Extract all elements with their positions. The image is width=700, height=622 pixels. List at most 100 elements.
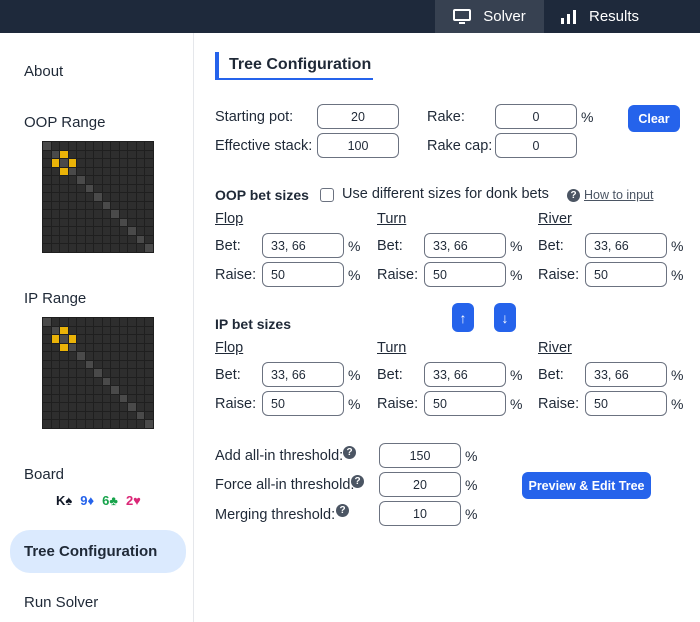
range-cell[interactable] — [102, 352, 111, 360]
range-cell[interactable] — [111, 218, 119, 227]
oop-turn-raise-input[interactable] — [424, 262, 506, 287]
range-cell[interactable] — [102, 210, 111, 218]
range-cell[interactable] — [119, 201, 128, 210]
range-cell[interactable] — [51, 210, 60, 218]
range-cell[interactable] — [85, 176, 94, 184]
range-cell[interactable] — [102, 142, 111, 150]
range-cell[interactable] — [51, 335, 60, 343]
range-cell[interactable] — [68, 386, 77, 394]
range-cell[interactable] — [111, 420, 119, 428]
range-cell[interactable] — [128, 193, 136, 201]
range-cell[interactable] — [136, 227, 145, 235]
range-cell[interactable] — [136, 210, 145, 218]
range-cell[interactable] — [85, 227, 94, 235]
range-cell[interactable] — [136, 193, 145, 201]
range-cell[interactable] — [136, 326, 145, 335]
range-cell[interactable] — [51, 411, 60, 420]
range-cell[interactable] — [128, 142, 136, 150]
range-cell[interactable] — [102, 360, 111, 369]
range-cell[interactable] — [111, 142, 119, 150]
range-cell[interactable] — [136, 318, 145, 326]
range-cell[interactable] — [43, 343, 51, 352]
range-cell[interactable] — [68, 244, 77, 252]
ip-flop-bet-input[interactable] — [262, 362, 344, 387]
range-cell[interactable] — [94, 227, 102, 235]
range-cell[interactable] — [128, 244, 136, 252]
range-cell[interactable] — [128, 210, 136, 218]
range-cell[interactable] — [136, 150, 145, 159]
range-cell[interactable] — [119, 318, 128, 326]
range-cell[interactable] — [136, 420, 145, 428]
range-cell[interactable] — [51, 176, 60, 184]
ip-river-bet-input[interactable] — [585, 362, 667, 387]
range-cell[interactable] — [119, 159, 128, 167]
range-cell[interactable] — [102, 343, 111, 352]
range-cell[interactable] — [94, 352, 102, 360]
range-cell[interactable] — [119, 335, 128, 343]
range-cell[interactable] — [43, 244, 51, 252]
range-cell[interactable] — [85, 244, 94, 252]
range-cell[interactable] — [60, 386, 68, 394]
range-cell[interactable] — [77, 403, 85, 411]
range-cell[interactable] — [68, 318, 77, 326]
range-cell[interactable] — [60, 218, 68, 227]
range-cell[interactable] — [60, 335, 68, 343]
range-cell[interactable] — [128, 403, 136, 411]
range-cell[interactable] — [128, 227, 136, 235]
range-cell[interactable] — [77, 176, 85, 184]
range-cell[interactable] — [145, 411, 153, 420]
range-cell[interactable] — [43, 142, 51, 150]
merging-threshold-input[interactable] — [379, 501, 461, 526]
range-cell[interactable] — [51, 218, 60, 227]
range-cell[interactable] — [111, 244, 119, 252]
range-cell[interactable] — [68, 167, 77, 176]
range-cell[interactable] — [60, 201, 68, 210]
range-cell[interactable] — [94, 150, 102, 159]
range-cell[interactable] — [145, 360, 153, 369]
range-cell[interactable] — [60, 150, 68, 159]
range-cell[interactable] — [145, 343, 153, 352]
range-cell[interactable] — [60, 244, 68, 252]
range-cell[interactable] — [60, 167, 68, 176]
ip-turn-bet-input[interactable] — [424, 362, 506, 387]
range-cell[interactable] — [136, 142, 145, 150]
range-cell[interactable] — [136, 394, 145, 403]
oop-flop-raise-input[interactable] — [262, 262, 344, 287]
range-cell[interactable] — [119, 343, 128, 352]
range-cell[interactable] — [119, 184, 128, 193]
range-cell[interactable] — [94, 386, 102, 394]
clear-button[interactable]: Clear — [628, 105, 680, 132]
ip-flop-raise-input[interactable] — [262, 391, 344, 416]
range-cell[interactable] — [85, 184, 94, 193]
range-cell[interactable] — [43, 193, 51, 201]
range-cell[interactable] — [85, 159, 94, 167]
range-cell[interactable] — [145, 142, 153, 150]
range-cell[interactable] — [145, 335, 153, 343]
range-cell[interactable] — [128, 150, 136, 159]
range-cell[interactable] — [94, 326, 102, 335]
how-to-input-link[interactable]: How to input — [584, 188, 653, 202]
range-cell[interactable] — [51, 193, 60, 201]
range-cell[interactable] — [119, 369, 128, 377]
range-cell[interactable] — [145, 184, 153, 193]
range-cell[interactable] — [145, 235, 153, 244]
range-cell[interactable] — [111, 335, 119, 343]
range-cell[interactable] — [145, 150, 153, 159]
range-cell[interactable] — [43, 218, 51, 227]
range-cell[interactable] — [68, 159, 77, 167]
range-cell[interactable] — [68, 335, 77, 343]
effective-stack-input[interactable] — [317, 133, 399, 158]
range-cell[interactable] — [128, 420, 136, 428]
help-icon[interactable]: ? — [567, 189, 580, 202]
range-cell[interactable] — [43, 201, 51, 210]
range-cell[interactable] — [102, 193, 111, 201]
sidebar-item-board[interactable]: Board — [24, 466, 64, 483]
tab-results[interactable]: Results — [560, 0, 670, 33]
range-cell[interactable] — [77, 411, 85, 420]
range-cell[interactable] — [119, 210, 128, 218]
range-cell[interactable] — [102, 318, 111, 326]
range-cell[interactable] — [60, 394, 68, 403]
range-cell[interactable] — [111, 193, 119, 201]
range-cell[interactable] — [77, 184, 85, 193]
range-cell[interactable] — [43, 386, 51, 394]
